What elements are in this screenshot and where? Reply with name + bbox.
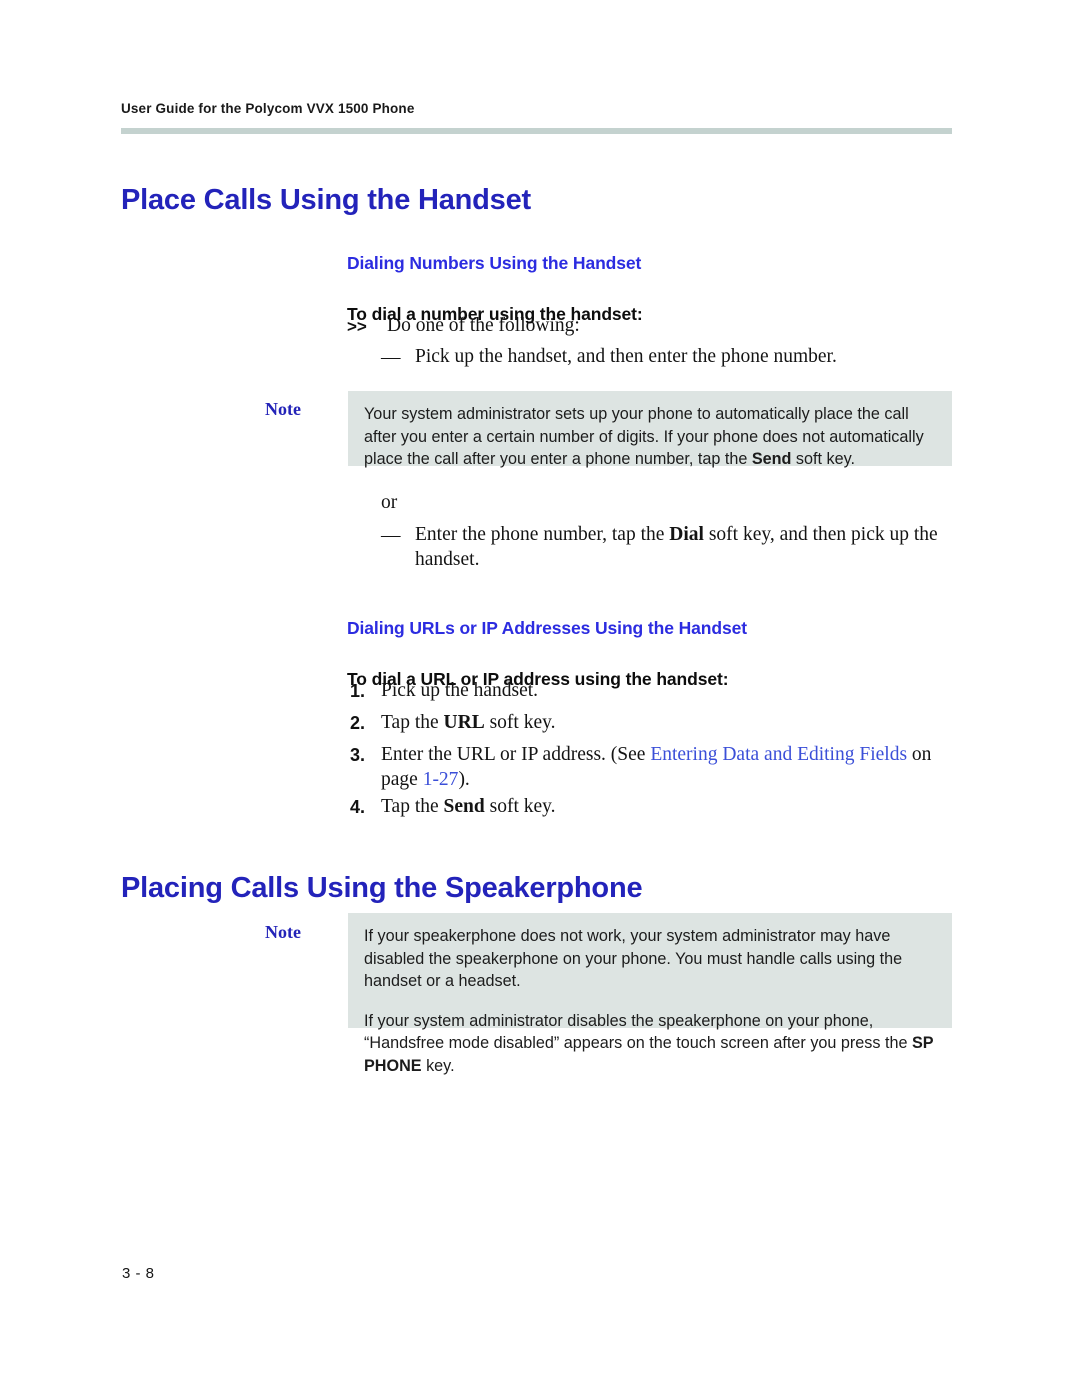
note-2-text-post: key.: [421, 1056, 455, 1075]
note-label-1: Note: [265, 399, 301, 419]
step-4-pre: Tap the: [381, 796, 444, 817]
step-number-2: 2.: [350, 713, 366, 733]
step-number-4: 4.: [350, 797, 366, 817]
note-1-softkey-send: Send: [751, 450, 792, 468]
note-box-2: If your speakerphone does not work, your…: [348, 913, 952, 1075]
step-4-softkey-send: Send: [443, 796, 485, 817]
step-number-1: 1.: [350, 681, 366, 701]
step-2-post: soft key.: [484, 712, 556, 733]
running-header: User Guide for the Polycom VVX 1500 Phon…: [121, 101, 415, 116]
note-1-text-post: soft key.: [791, 450, 856, 468]
step-3-post: ).: [458, 769, 470, 790]
option-two-text: Enter the phone number, tap the Dial sof…: [415, 522, 947, 572]
dash-marker-option-one: —: [381, 347, 401, 368]
step-2-softkey-url: URL: [443, 712, 485, 733]
step-text-1: Pick up the handset.: [381, 680, 539, 701]
cross-reference-page-1-27[interactable]: 1-27: [423, 769, 459, 790]
step-3-pre: Enter the URL or IP address. (See: [381, 744, 651, 765]
step-text-2: Tap the URL soft key.: [381, 710, 926, 735]
step-text-3: Enter the URL or IP address. (See Enteri…: [381, 742, 936, 792]
note-1-paragraph: Your system administrator sets up your p…: [364, 403, 934, 471]
page-number-folio: 3 - 8: [122, 1265, 155, 1282]
document-page: User Guide for the Polycom VVX 1500 Phon…: [0, 0, 1080, 1397]
subheading-dialing-numbers-using-the-handset: Dialing Numbers Using the Handset: [347, 252, 642, 273]
heading-place-calls-using-the-handset: Place Calls Using the Handset: [121, 184, 531, 217]
note-2-paragraph-2: If your system administrator disables th…: [364, 1010, 934, 1078]
or-separator: or: [381, 492, 398, 513]
chevron-bullet-marker: >>: [347, 317, 367, 336]
step-4-post: soft key.: [484, 796, 556, 817]
option-two-pre: Enter the phone number, tap the: [415, 524, 670, 545]
option-one-text: Pick up the handset, and then enter the …: [415, 346, 837, 367]
note-box-1: Your system administrator sets up your p…: [348, 391, 952, 468]
note-2-paragraph-1: If your speakerphone does not work, your…: [364, 927, 903, 990]
option-two-softkey-dial: Dial: [669, 524, 704, 545]
step-text-4: Tap the Send soft key.: [381, 794, 926, 819]
cross-reference-entering-data-and-editing-fields[interactable]: Entering Data and Editing Fields: [650, 744, 907, 765]
dash-marker-option-two: —: [381, 525, 401, 546]
note-label-2: Note: [265, 922, 301, 942]
step-number-3: 3.: [350, 745, 366, 765]
step-2-pre: Tap the: [381, 712, 444, 733]
heading-placing-calls-using-the-speakerphone: Placing Calls Using the Speakerphone: [121, 872, 643, 905]
note-2-text-pre: If your system administrator disables th…: [364, 1011, 912, 1053]
subheading-dialing-urls-or-ip-addresses: Dialing URLs or IP Addresses Using the H…: [347, 617, 747, 638]
header-rule: [121, 128, 952, 134]
lead-instruction-text: Do one of the following:: [387, 315, 580, 336]
